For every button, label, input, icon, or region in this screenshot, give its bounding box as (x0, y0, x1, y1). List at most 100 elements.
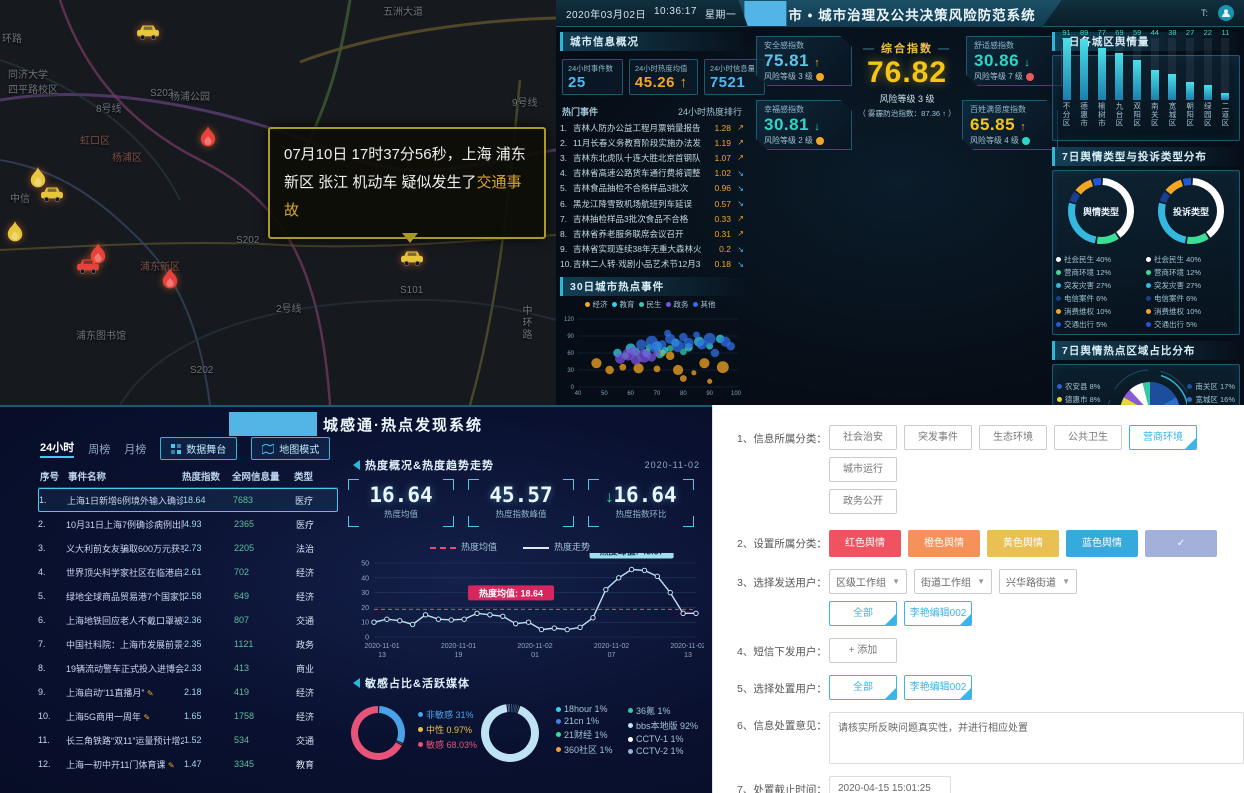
opinion-textarea[interactable]: 请核实所反映问题真实性，并进行相应处置 (829, 712, 1244, 764)
color-category-button[interactable]: 红色舆情 (829, 530, 901, 557)
bar-fill (1221, 93, 1229, 100)
event-name: 10月31日上海7例确诊病例出院 ✎ (66, 518, 184, 531)
trend-stat-box: ↓16.64热度指数环比 (588, 479, 694, 527)
hot-event-item[interactable]: 7.吉林抽检样品3批次食品不合格0.33↗ (560, 211, 744, 226)
table-row[interactable]: 7.中国社科院：上海市发展前景全国第一 ✎2.351121政务 (38, 632, 338, 656)
edit-icon[interactable]: ✎ (147, 689, 154, 698)
user-avatar-icon[interactable] (1218, 5, 1234, 21)
hot-event-item[interactable]: 5.吉林食品抽检不合格样品3批次0.96↘ (560, 181, 744, 196)
fire-icon[interactable] (198, 126, 222, 150)
table-row[interactable]: 12.上海一初中开11门体育课 ✎1.473345教育 (38, 752, 338, 776)
fire-icon[interactable] (5, 221, 29, 245)
bar-track (1115, 38, 1123, 100)
table-row[interactable]: 8.19辆流动警车正式投入进博会 ✎2.33413商业 (38, 656, 338, 680)
grid-icon (171, 444, 181, 454)
color-category-button[interactable]: 橙色舆情 (908, 530, 980, 557)
row-index: 6. (38, 615, 66, 625)
hot-event-item[interactable]: 1.吉林人防办公益工程月票销量报告创1.28↗ (560, 120, 744, 135)
category-chip[interactable]: 城市运行 (829, 457, 897, 482)
category-chip[interactable]: 社会治安 (829, 425, 897, 450)
category-chip[interactable]: 营商环境✓ (1129, 425, 1197, 450)
bar-label: 二道区 (1220, 102, 1231, 136)
legend-item: 交通出行 5% (1146, 319, 1197, 330)
event-type: 交通 (296, 614, 338, 627)
deadline-input[interactable]: 2020-04-15 15:01:25 (829, 776, 951, 793)
row-index: 12. (38, 759, 66, 769)
category-chip[interactable]: 生态环境 (979, 425, 1047, 450)
category-chip[interactable]: 李艳编辑002✓ (904, 601, 972, 626)
legend-dot (418, 742, 423, 747)
hot-event-item[interactable]: 4.吉林省高速公路货车通行费将调整精1.02↘ (560, 166, 744, 181)
data-stage-button[interactable]: 数据舞台 (160, 437, 237, 460)
hot-event-item[interactable]: 8.吉林省养老服务联席会议召开0.31↗ (560, 226, 744, 241)
trend-stat-box: 45.57热度指数峰值 (468, 479, 574, 527)
category-chips-row2: 政务公开 (829, 489, 1244, 514)
hot-event-item[interactable]: 2.11月长春义务教育阶段实施办法发布1.19↗ (560, 135, 744, 150)
color-category-button[interactable]: 蓝色舆情 (1066, 530, 1138, 557)
category-chip[interactable]: 公共卫生 (1054, 425, 1122, 450)
category-chip[interactable]: 突发事件 (904, 425, 972, 450)
tab-24h[interactable]: 24小时 (40, 439, 74, 458)
info-volume: 534 (234, 735, 296, 745)
edit-icon[interactable]: ✎ (144, 713, 151, 722)
user-group-select[interactable]: 区级工作组▼ (829, 569, 907, 594)
svg-text:30: 30 (361, 590, 369, 597)
legend-dot (1187, 384, 1192, 389)
legend-name: 电信案件 6% (1064, 293, 1107, 304)
edit-icon[interactable]: ✎ (168, 761, 175, 770)
tab-month[interactable]: 月榜 (124, 441, 146, 457)
tab-week[interactable]: 周榜 (88, 441, 110, 457)
car-icon[interactable] (400, 250, 424, 274)
add-user-button[interactable]: + 添加 (829, 638, 897, 663)
user-group-select[interactable]: 街道工作组▼ (914, 569, 992, 594)
car-icon[interactable] (40, 186, 64, 210)
mean-label: 热度均值: 18.64 (468, 585, 554, 600)
table-row[interactable]: 11.长三角铁路“双11”运量预计增28% ✎1.52534交通 (38, 728, 338, 752)
hot-event-item[interactable]: 3.吉林东北虎队十连大胜北京首钢队消1.07↗ (560, 150, 744, 165)
heat-index: 1.47 (184, 759, 234, 769)
table-row[interactable]: 4.世界顶尖科学家社区在临港启幕 ✎2.61702经济 (38, 560, 338, 584)
pie-panel: 农安县 8%德惠市 8%榆树市 5%九台区 8%双阳区 4% 南关区 17%宽城… (1052, 364, 1240, 405)
hot-event-item[interactable]: 10.吉林二人转·戏剧小品艺术节12月3日开幕0.18↘ (560, 257, 744, 272)
form-row-send-users: 3、选择发送用户： 区级工作组▼街道工作组▼兴华路街道▼ 全部✓李艳编辑002✓ (737, 569, 1244, 626)
gov-header-right: T: (1201, 5, 1244, 21)
map-label: 杨浦公园 (170, 88, 210, 103)
hot-event-text: 11月长春义务教育阶段实施办法发布 (573, 137, 701, 149)
media-legend-col1: 18hour 1%21cn 1%21财经 1%360社区 1% (556, 703, 617, 757)
table-row[interactable]: 2.10月31日上海7例确诊病例出院 ✎4.932365医疗 (38, 512, 338, 536)
legend-item: 其他 (693, 299, 716, 310)
bar: 91不分区 (1059, 28, 1074, 136)
color-category-button[interactable]: 黄色舆情 (987, 530, 1059, 557)
index-label: 舒适感指数 (974, 40, 1054, 51)
car-icon[interactable] (136, 24, 160, 48)
fire-icon[interactable] (160, 268, 184, 292)
gov-header-tag: T: (1201, 8, 1208, 18)
event-type: 交通 (296, 734, 338, 747)
bar: 11二道区 (1218, 28, 1233, 136)
car-icon[interactable] (76, 258, 100, 282)
bar-label: 宽城区 (1167, 102, 1178, 136)
info-volume: 702 (234, 567, 296, 577)
category-chip[interactable]: 全部✓ (829, 675, 897, 700)
category-chip[interactable]: 政务公开 (829, 489, 897, 514)
table-row[interactable]: 9.上海启动“11直播月” ✎2.18419经济 (38, 680, 338, 704)
map-incident-tooltip: 07月10日 17时37分56秒，上海 浦东新区 张江 机动车 疑似发生了交通事… (268, 127, 546, 239)
hot-event-item[interactable]: 9.吉林省实现连续38年无重大森林火灾0.2↘ (560, 242, 744, 257)
redaction-box (744, 1, 786, 26)
table-row[interactable]: 3.义大利前女友骗取600万元获事主起诉 ✎2.732205法治 (38, 536, 338, 560)
map-mode-button[interactable]: 地图模式 (251, 437, 330, 460)
bars-panel: 91不分区89德惠市77榆树市69九台区59双阳区44南关区38宽城区27朝阳区… (1052, 55, 1240, 141)
table-row[interactable]: 10.上海5G商用一周年 ✎1.651758经济 (38, 704, 338, 728)
table-row[interactable]: 5.绿地全球商品贸易港7个国家馆集体亮相 ✎2.58649经济 (38, 584, 338, 608)
color-category-button[interactable]: ✓ (1145, 530, 1217, 557)
table-row[interactable]: 6.上海地铁回应老人不戴口罩被强行拖走 ✎2.36807交通 (38, 608, 338, 632)
category-chip[interactable]: 全部✓ (829, 601, 897, 626)
trend-icon: ↗ (731, 214, 744, 223)
table-row[interactable]: 1.上海1日新增6例境外输入确诊病例 ✎18.647683医疗 (38, 488, 338, 512)
index-risk: 风险等级 4 级 (970, 135, 1050, 146)
bar: 89德惠市 (1077, 28, 1092, 136)
user-group-select[interactable]: 兴华路街道▼ (999, 569, 1077, 594)
legend-item: 突发灾害 27% (1146, 280, 1201, 291)
category-chip[interactable]: 李艳编辑002✓ (904, 675, 972, 700)
hot-event-item[interactable]: 6.黑龙江降雪致机场航班列车延误0.57↘ (560, 196, 744, 211)
